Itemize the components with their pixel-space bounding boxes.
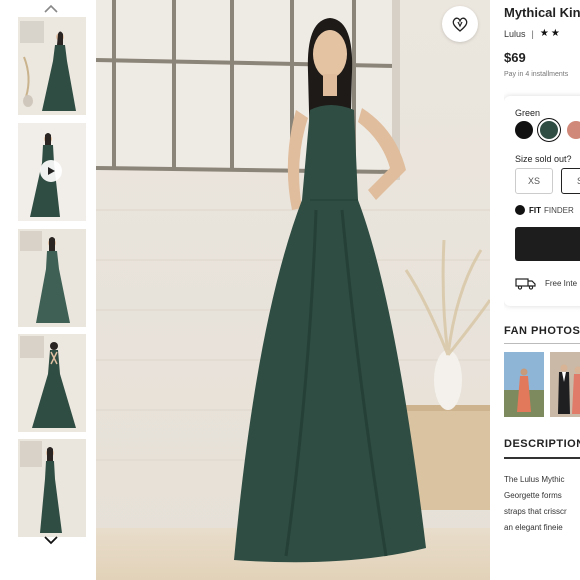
- truck-icon: [515, 278, 536, 290]
- divider: [504, 343, 580, 344]
- installments-text[interactable]: Pay in 4 installments: [504, 71, 568, 78]
- size-sold-out-link[interactable]: Size sold out?: [515, 154, 572, 164]
- chevron-down-icon: [44, 535, 58, 544]
- fit-brand: FIT: [529, 205, 541, 215]
- swatch-green[interactable]: [540, 121, 558, 139]
- color-label: Green: [515, 108, 541, 118]
- rating-stars[interactable]: ★★: [540, 28, 562, 39]
- fit-finder-link[interactable]: FIT FINDER: [515, 205, 574, 215]
- swatch-rose[interactable]: [567, 121, 580, 139]
- fit-finder-icon: [515, 205, 525, 215]
- description-line: an elegant fineie: [504, 523, 563, 532]
- thumbnail-5[interactable]: [18, 439, 86, 537]
- description-text: The Lulus Mythic Georgette forms straps …: [504, 472, 580, 536]
- fan-photo-2[interactable]: [550, 352, 580, 417]
- favorite-button[interactable]: [442, 6, 478, 42]
- brand-row: Lulus | ★★: [504, 28, 562, 39]
- brand-link[interactable]: Lulus: [504, 29, 526, 39]
- fit-text: FINDER: [544, 205, 574, 215]
- description-heading[interactable]: DESCRIPTION: [504, 438, 580, 450]
- size-xs-button[interactable]: XS: [515, 168, 553, 194]
- play-icon: [48, 167, 55, 175]
- purchase-card: Green Size sold out? XS S FIT FINDER Fre…: [504, 96, 580, 306]
- thumbnail-3[interactable]: [18, 229, 86, 327]
- product-title: Mythical Kind: [504, 5, 580, 20]
- thumbnail-column: [14, 0, 88, 580]
- thumbnail-2-video[interactable]: [18, 123, 86, 221]
- fan-photo-1[interactable]: [504, 352, 544, 417]
- add-to-bag-button[interactable]: [515, 227, 580, 261]
- thumbnail-4[interactable]: [18, 334, 86, 432]
- thumbnail-1[interactable]: [18, 17, 86, 115]
- product-info-panel: Mythical Kind Lulus | ★★ $69 Pay in 4 in…: [504, 0, 580, 580]
- swatch-black[interactable]: [515, 121, 533, 139]
- description-line: straps that crisscr: [504, 507, 567, 516]
- main-product-image[interactable]: [96, 0, 490, 580]
- shipping-text: Free Inte: [545, 279, 578, 288]
- description-line: The Lulus Mythic: [504, 475, 565, 484]
- fan-photos-heading: FAN PHOTOS: [504, 325, 580, 337]
- thumbnails-up-button[interactable]: [42, 1, 60, 15]
- brand-separator: |: [531, 28, 534, 39]
- description-line: Georgette forms: [504, 491, 562, 500]
- shipping-info: Free Inte: [515, 277, 577, 290]
- description-underline: [504, 457, 580, 459]
- heart-icon: [452, 17, 468, 32]
- play-button[interactable]: [40, 160, 62, 182]
- chevron-up-icon: [44, 4, 58, 13]
- thumbnails-down-button[interactable]: [42, 533, 60, 547]
- size-s-button[interactable]: S: [561, 168, 580, 194]
- price: $69: [504, 50, 526, 65]
